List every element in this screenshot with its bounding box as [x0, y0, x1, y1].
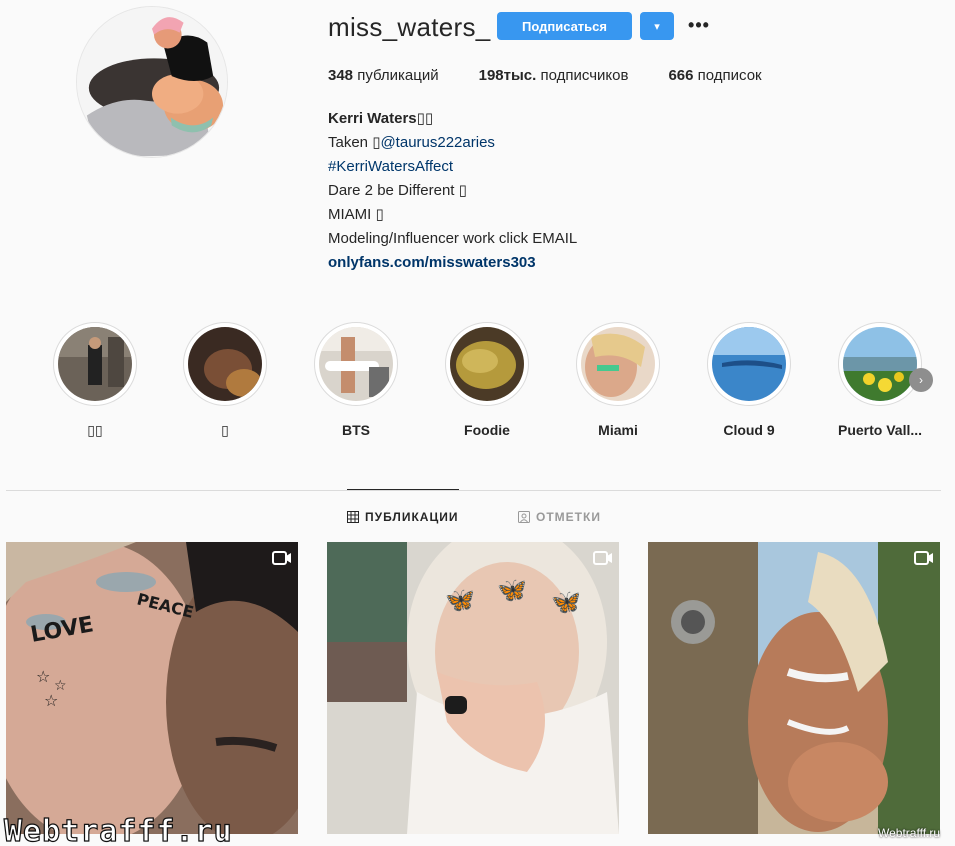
- highlight-item[interactable]: Foodie: [442, 322, 532, 438]
- posts-count: 348: [328, 67, 354, 84]
- tab-posts[interactable]: ПУБЛИКАЦИИ: [347, 510, 458, 524]
- tab-tagged-label: ОТМЕТКИ: [536, 510, 601, 524]
- highlight-cover: [450, 327, 524, 401]
- svg-text:☆: ☆: [54, 677, 67, 693]
- mention-link[interactable]: @taurus222aries: [380, 134, 494, 151]
- active-tab-indicator: [347, 489, 459, 490]
- svg-text:☆: ☆: [36, 669, 50, 686]
- bio-line-modeling: Modeling/Influencer work click EMAIL: [328, 230, 578, 247]
- post-image: [648, 542, 940, 834]
- highlight-cover: [319, 327, 393, 401]
- tagged-user-icon: [518, 511, 530, 523]
- post-thumbnail[interactable]: LOVE PEACE ☆ ☆ ☆: [6, 542, 298, 834]
- following-label: подписок: [693, 67, 762, 84]
- svg-text:🦋: 🦋: [497, 577, 527, 604]
- follow-button[interactable]: Подписаться: [497, 12, 632, 40]
- video-icon: [272, 551, 291, 565]
- profile-stats: 348 публикаций 198тыс. подписчиков 666 п…: [328, 67, 802, 84]
- post-thumbnail[interactable]: 🦋 🦋 🦋: [327, 542, 619, 834]
- followers-count: 198тыс.: [478, 67, 537, 84]
- bio-line-miami: MIAMI ▯: [328, 206, 384, 223]
- post-image: 🦋 🦋 🦋: [327, 542, 619, 834]
- highlight-label: ▯▯: [87, 422, 103, 438]
- highlight-item[interactable]: ▯: [180, 322, 270, 439]
- grid-icon: [347, 511, 359, 523]
- highlight-label: Foodie: [464, 422, 510, 438]
- highlight-cover: [712, 327, 786, 401]
- video-icon: [914, 551, 933, 565]
- svg-text:☆: ☆: [44, 693, 58, 710]
- highlights-next-icon[interactable]: ›: [909, 368, 933, 392]
- suggested-dropdown-button[interactable]: ▾: [640, 12, 674, 40]
- highlight-ring: [838, 322, 922, 406]
- highlight-label: ▯: [221, 422, 229, 438]
- highlight-cover: [843, 327, 917, 401]
- watermark-right: Webtrafff.ru: [878, 826, 941, 840]
- highlight-item[interactable]: Miami: [573, 322, 663, 438]
- profile-username: miss_waters_: [328, 12, 491, 42]
- following-count: 666: [668, 67, 694, 84]
- posts-stat: 348 публикаций: [328, 67, 439, 84]
- highlight-item[interactable]: Cloud 9: [704, 322, 794, 438]
- followers-stat[interactable]: 198тыс. подписчиков: [479, 67, 629, 84]
- highlight-cover: [58, 327, 132, 401]
- highlight-item[interactable]: BTS: [311, 322, 401, 438]
- profile-full-name: Kerri Waters▯▯: [328, 110, 434, 127]
- highlight-item[interactable]: ▯▯: [50, 322, 140, 439]
- highlight-ring: [576, 322, 660, 406]
- avatar-image: [77, 7, 227, 157]
- highlight-cover: [581, 327, 655, 401]
- highlight-ring: [314, 322, 398, 406]
- highlight-label: Miami: [598, 422, 638, 438]
- highlight-cover: [188, 327, 262, 401]
- bio-taken-prefix: Taken ▯: [328, 134, 381, 151]
- profile-avatar[interactable]: [76, 6, 228, 158]
- posts-label: публикаций: [353, 67, 439, 84]
- bio-line-taken: Taken ▯@taurus222aries: [328, 131, 577, 155]
- watermark-left: Webtrafff.ru: [3, 813, 233, 846]
- website-link[interactable]: onlyfans.com/misswaters303: [328, 251, 577, 275]
- profile-bio: Kerri Waters▯▯ Taken ▯@taurus222aries #K…: [328, 107, 577, 275]
- svg-text:🦋: 🦋: [551, 589, 581, 616]
- hashtag-link[interactable]: #KerriWatersAffect: [328, 155, 577, 179]
- highlight-ring: [445, 322, 529, 406]
- post-image: LOVE PEACE ☆ ☆ ☆: [6, 542, 298, 834]
- followers-label: подписчиков: [536, 67, 629, 84]
- highlight-ring: [183, 322, 267, 406]
- tabs-divider: [6, 490, 941, 491]
- video-icon: [593, 551, 612, 565]
- more-options-icon[interactable]: •••: [686, 14, 712, 36]
- tab-tagged[interactable]: ОТМЕТКИ: [518, 510, 601, 524]
- highlight-ring: [707, 322, 791, 406]
- bio-line-dare: Dare 2 be Different ▯: [328, 182, 467, 199]
- story-highlights: ▯▯ ▯ BTS Foodie Miami Cloud 9 Puerto Val…: [50, 322, 930, 442]
- svg-text:🦋: 🦋: [445, 587, 475, 614]
- highlight-label: Puerto Vall...: [837, 422, 923, 438]
- following-stat[interactable]: 666 подписок: [668, 67, 761, 84]
- post-thumbnail[interactable]: [648, 542, 940, 834]
- highlight-ring: [53, 322, 137, 406]
- tab-posts-label: ПУБЛИКАЦИИ: [365, 510, 459, 524]
- highlight-label: BTS: [342, 422, 370, 438]
- highlight-label: Cloud 9: [723, 422, 775, 438]
